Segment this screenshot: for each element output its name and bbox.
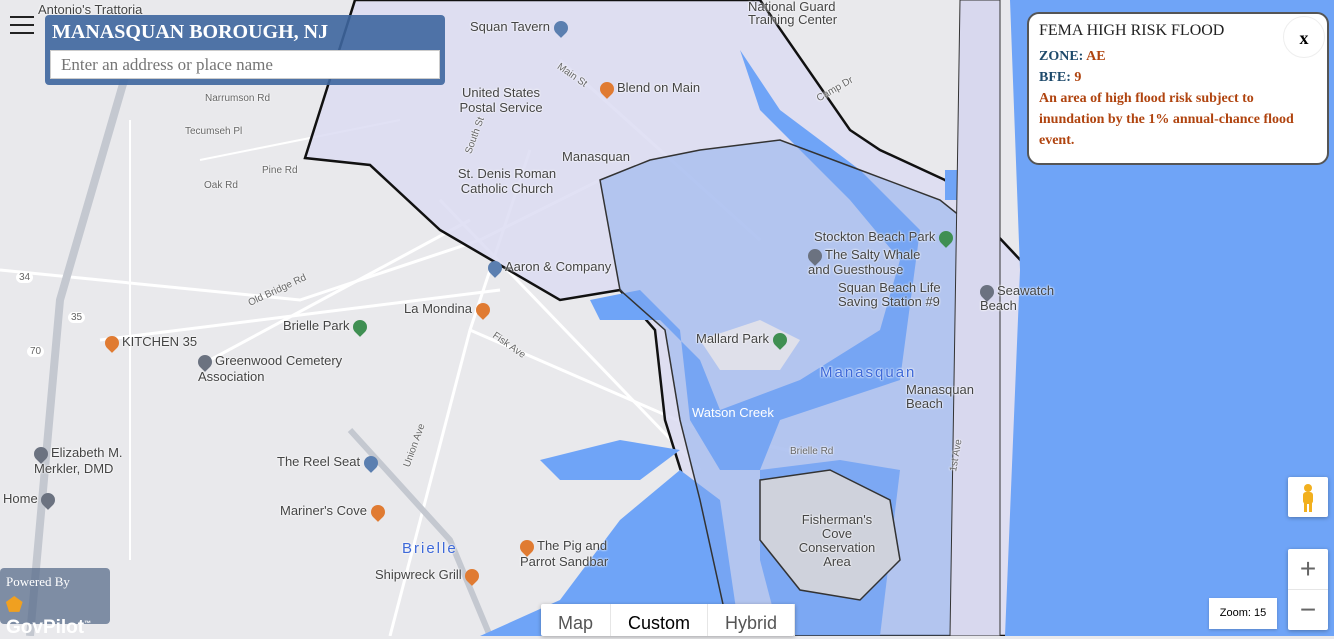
place-fishermans[interactable]: Fisherman's Cove Conservation Area (792, 513, 882, 569)
zoom-out-button[interactable]: − (1288, 589, 1328, 629)
route-34-shield: 34 (16, 272, 34, 283)
restaurant-icon (367, 501, 388, 522)
zone-description: An area of high flood risk subject to in… (1039, 91, 1294, 148)
place-merkler[interactable]: Elizabeth M. Merkler, DMD (31, 443, 144, 476)
place-la-mondina[interactable]: La Mondina (404, 299, 493, 320)
place-label: Squan Beach Life Saving Station #9 (838, 280, 941, 309)
place-label: Mariner's Cove (280, 503, 368, 518)
popup-title: FEMA HIGH RISK FLOOD (1039, 22, 1225, 39)
map-type-hybrid[interactable]: Hybrid (708, 604, 796, 636)
place-label: La Mondina (404, 301, 472, 316)
place-label: Shipwreck Grill (375, 567, 462, 582)
page-title: MANASQUAN BOROUGH, NJ (52, 21, 329, 43)
place-label: St. Denis Roman Catholic Church (457, 166, 557, 196)
restaurant-icon (472, 299, 493, 320)
map-type-map[interactable]: Map (541, 604, 612, 636)
place-post-office[interactable]: United States Postal Service (446, 85, 556, 115)
zoom-in-button[interactable]: + (1288, 549, 1328, 589)
place-home[interactable]: Home (3, 489, 59, 510)
govpilot-branding[interactable]: Powered By ⬟ GovPilot™ (0, 568, 110, 638)
place-label: The Reel Seat (277, 454, 361, 469)
header-panel: MANASQUAN BOROUGH, NJ (45, 15, 445, 85)
place-greenwood[interactable]: Greenwood Cemetery Association (195, 351, 358, 384)
bfe-value: 9 (1074, 70, 1082, 85)
place-label: Home (3, 491, 38, 506)
place-label: KITCHEN 35 (122, 334, 198, 349)
street-brielle-rd: Brielle Rd (790, 446, 834, 457)
restaurant-icon (102, 332, 122, 353)
place-pig-parrot[interactable]: The Pig and Parrot Sandbar (517, 536, 620, 569)
place-stockton[interactable]: Stockton Beach Park (814, 227, 956, 248)
street-tecumseh: Tecumseh Pl (185, 126, 243, 137)
shopping-icon (485, 257, 505, 278)
place-seawatch[interactable]: Seawatch Beach (977, 281, 1070, 313)
place-label: Fisherman's Cove Conservation Area (798, 512, 876, 569)
zoom-level-label: Zoom: 15 (1209, 598, 1277, 629)
place-label: Mallard Park (696, 331, 769, 346)
brand-name: GovPilot (6, 617, 85, 638)
town-brielle: Brielle (402, 540, 458, 557)
place-st-denis[interactable]: St. Denis Roman Catholic Church (452, 166, 562, 196)
map-pin-icon (550, 17, 571, 38)
home-pin-icon (38, 489, 59, 510)
zoom-control: + − (1288, 549, 1328, 630)
place-mallard[interactable]: Mallard Park (696, 329, 790, 350)
place-kitchen35[interactable]: KITCHEN 35 (102, 332, 198, 353)
map-type-custom[interactable]: Custom (611, 604, 709, 636)
street-pine-rd: Pine Rd (262, 165, 298, 176)
park-icon (350, 316, 370, 337)
route-70-shield: 70 (27, 346, 45, 357)
place-label: Manasquan (562, 149, 630, 164)
zone-value: AE (1086, 49, 1106, 64)
address-search-input[interactable] (50, 50, 440, 79)
street-oak-rd: Oak Rd (204, 180, 238, 191)
restaurant-icon (597, 78, 617, 99)
place-salty-whale[interactable]: The Salty Whale and Guesthouse (805, 245, 938, 277)
place-reel-seat[interactable]: The Reel Seat (277, 452, 381, 473)
route-35-shield: 35 (68, 312, 86, 323)
place-squan-beach[interactable]: Squan Beach Life Saving Station #9 (838, 281, 958, 309)
street-view-pegman-icon[interactable] (1288, 477, 1328, 517)
place-label: National Guard Training Center (748, 0, 838, 27)
place-label: Aaron & Company (505, 259, 612, 274)
place-blend[interactable]: Blend on Main (597, 78, 701, 99)
hamburger-menu-icon[interactable] (10, 16, 34, 36)
street-narrumson: Narrumson Rd (205, 93, 271, 104)
place-aaron[interactable]: Aaron & Company (485, 257, 612, 278)
trademark: ™ (84, 620, 92, 628)
place-training[interactable]: National Guard Training Center (748, 0, 868, 26)
map-type-control: Map Custom Hybrid (541, 604, 796, 636)
place-manasquan-station[interactable]: Manasquan (562, 149, 630, 164)
place-manasquan-beach[interactable]: Manasquan Beach (906, 383, 1006, 411)
shopping-icon (360, 452, 381, 473)
park-icon (936, 227, 956, 248)
place-mariners[interactable]: Mariner's Cove (280, 501, 388, 522)
powered-by-label: Powered By (6, 574, 70, 589)
place-label: Squan Tavern (470, 19, 550, 34)
place-label: Brielle Park (283, 318, 350, 333)
place-brielle-park[interactable]: Brielle Park (283, 316, 370, 337)
place-label: United States Postal Service (459, 85, 543, 115)
govpilot-pin-icon: ⬟ (6, 595, 23, 616)
govpilot-logo: ⬟ GovPilot™ (6, 594, 104, 639)
place-watson-creek: Watson Creek (692, 405, 774, 420)
zone-label: ZONE: (1039, 49, 1084, 64)
place-label: Greenwood Cemetery Association (198, 353, 343, 384)
restaurant-icon (462, 565, 483, 586)
zone-row: ZONE: AE (1039, 46, 1317, 67)
place-label: The Salty Whale and Guesthouse (808, 247, 921, 277)
place-label: Manasquan Beach (906, 382, 974, 411)
bfe-row: BFE: 9 (1039, 67, 1317, 88)
place-shipwreck[interactable]: Shipwreck Grill (375, 565, 483, 586)
close-button[interactable]: x (1283, 16, 1325, 58)
place-squan-tavern[interactable]: Squan Tavern (470, 17, 571, 38)
bfe-label: BFE: (1039, 70, 1071, 85)
flood-info-popup: FEMA HIGH RISK FLOOD x ZONE: AE BFE: 9 A… (1027, 12, 1329, 165)
place-label: Blend on Main (617, 80, 701, 95)
town-manasquan: Manasquan (820, 364, 917, 381)
park-icon (769, 329, 790, 350)
place-label: Stockton Beach Park (814, 229, 936, 244)
